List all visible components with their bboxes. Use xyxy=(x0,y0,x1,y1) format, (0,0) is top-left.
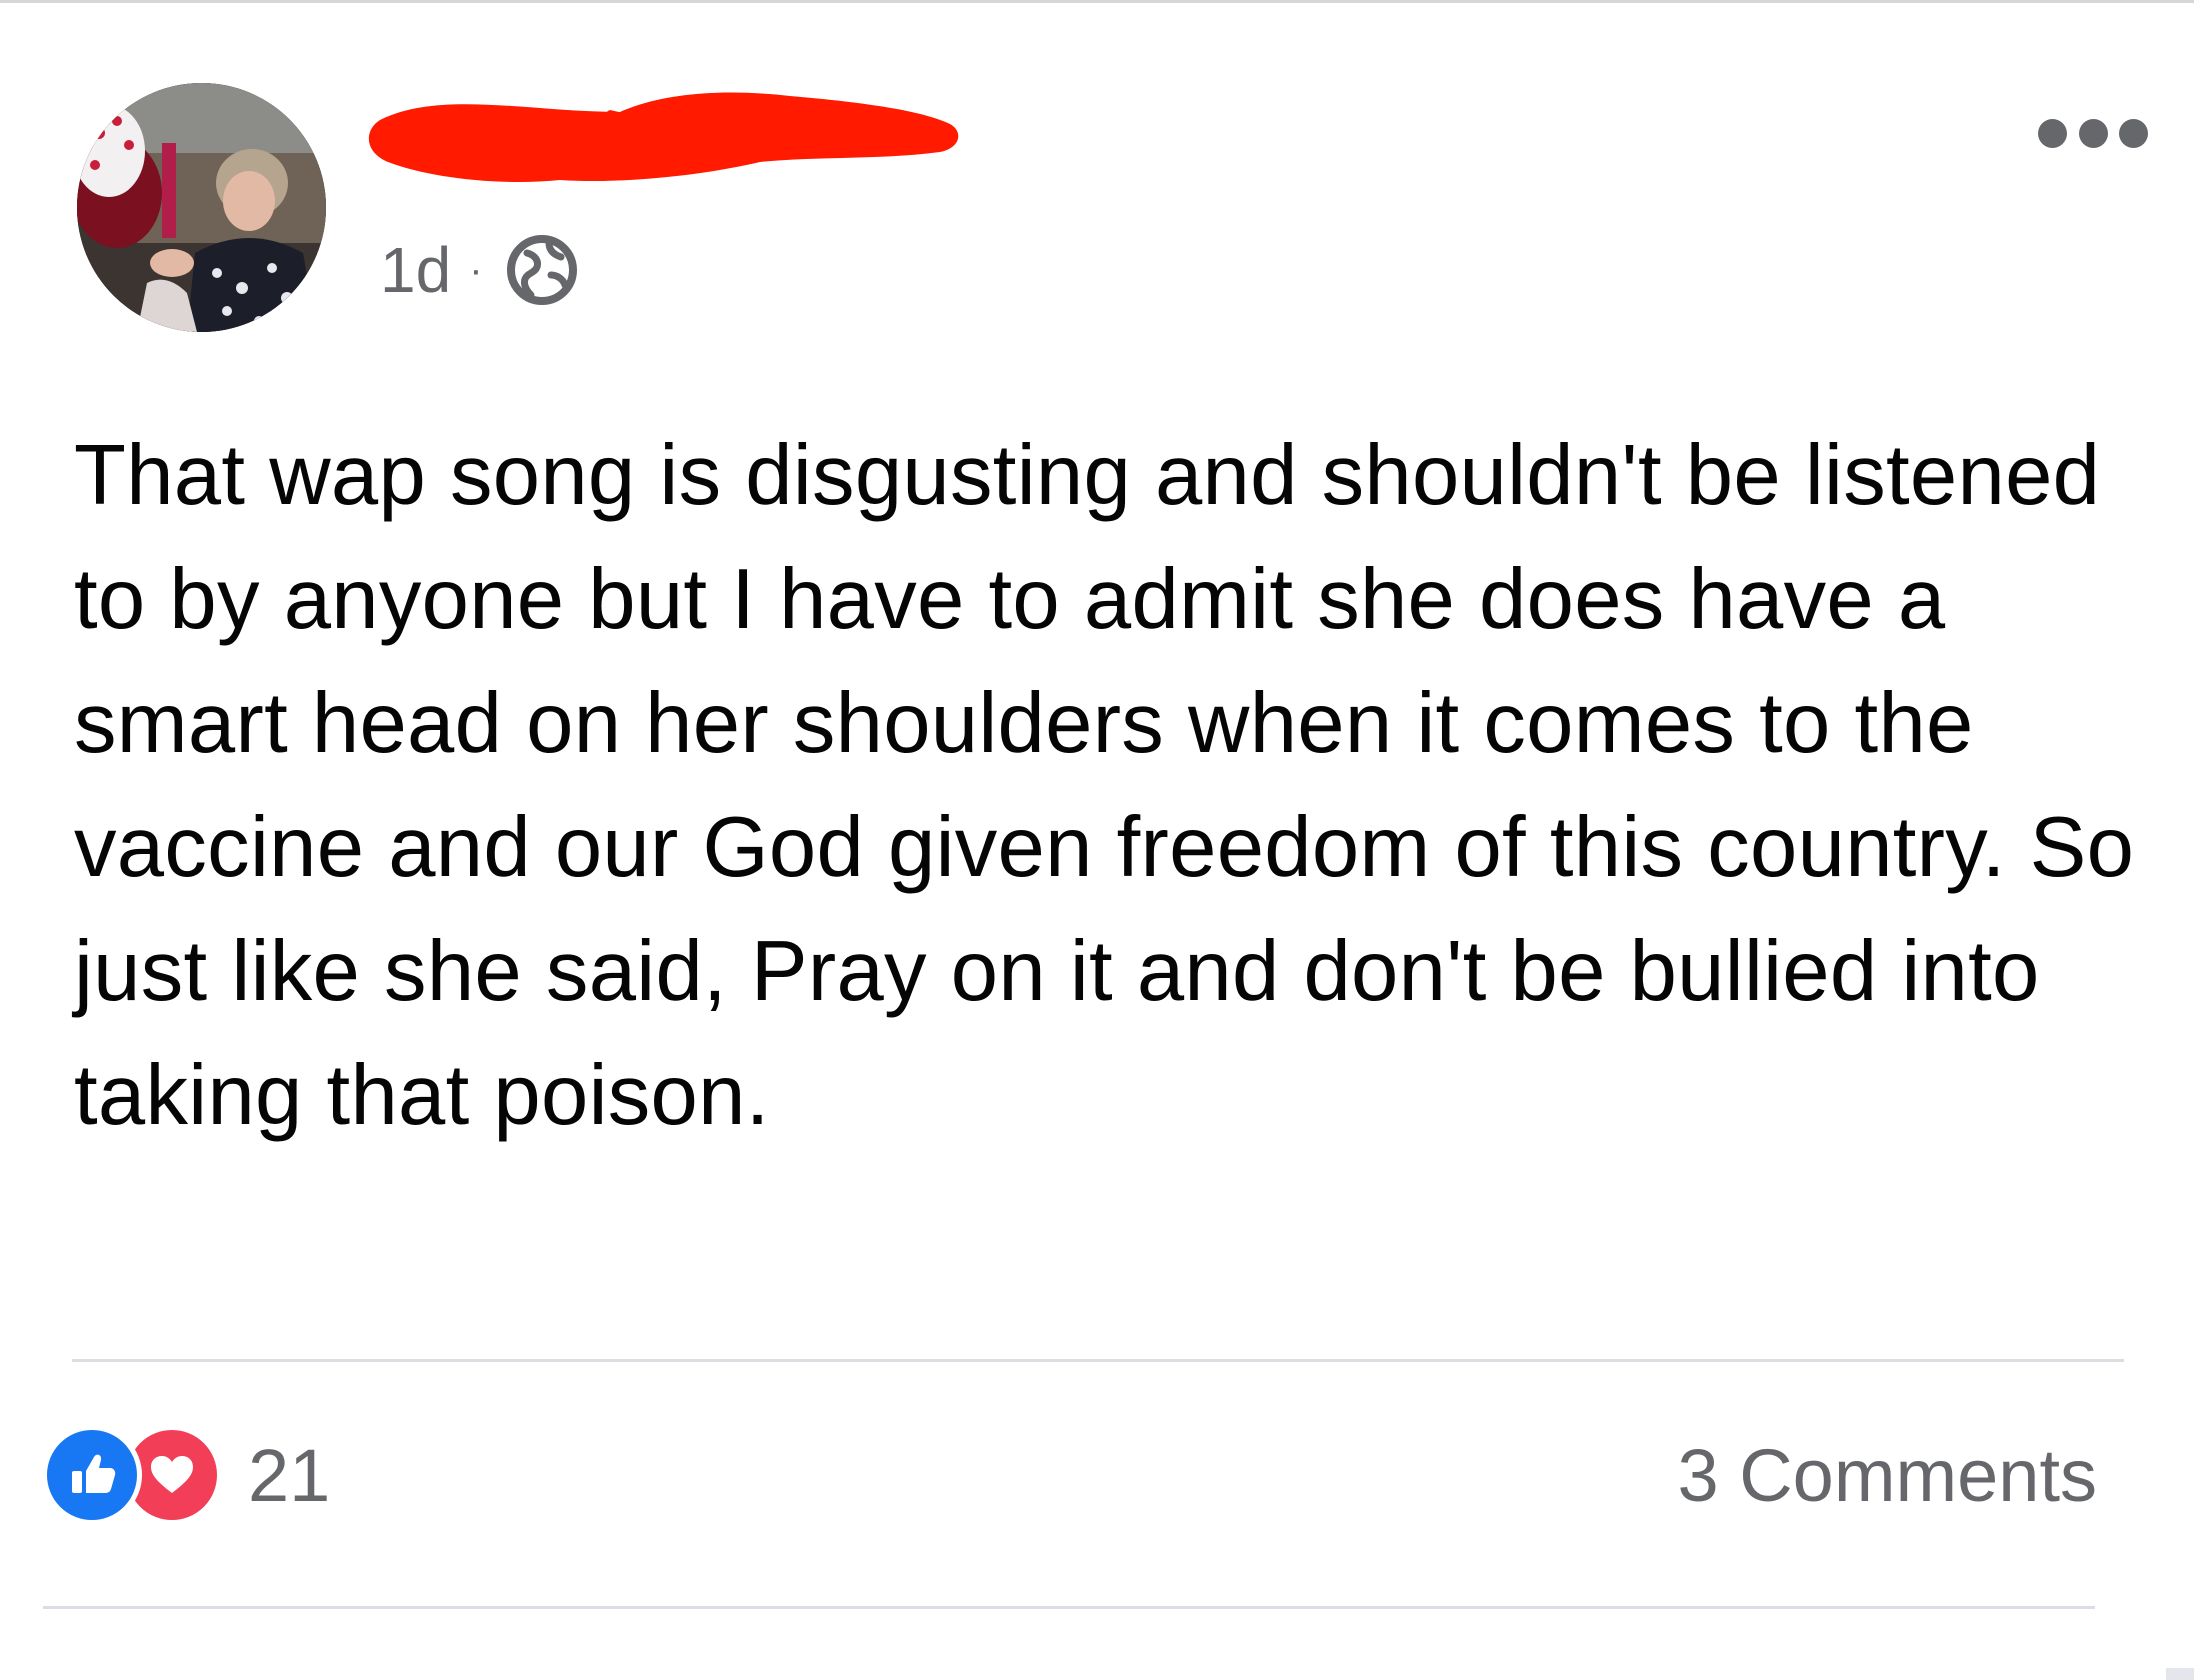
avatar-photo xyxy=(77,83,326,332)
more-horizontal-icon xyxy=(2038,118,2067,148)
more-horizontal-icon xyxy=(2119,118,2148,148)
divider xyxy=(43,1606,2095,1609)
scrollbar-thumb[interactable] xyxy=(2166,1668,2194,1680)
post-meta: 1d · xyxy=(380,230,579,310)
post-card: 1d · That wap song is disgusting and sho… xyxy=(0,0,2194,1680)
meta-separator: · xyxy=(469,248,483,292)
comments-count-link[interactable]: 3 Comments xyxy=(1678,1425,2097,1525)
redacted-name-scribble xyxy=(368,92,959,182)
post-timestamp[interactable]: 1d xyxy=(380,233,451,307)
reactions-summary[interactable]: 21 xyxy=(42,1425,330,1525)
post-text: That wap song is disgusting and shouldn'… xyxy=(74,428,2135,1143)
more-options-button[interactable] xyxy=(2038,118,2148,148)
profile-avatar[interactable] xyxy=(77,83,326,332)
reaction-count: 21 xyxy=(248,1433,331,1517)
more-horizontal-icon xyxy=(2078,118,2108,148)
divider xyxy=(72,1359,2124,1362)
like-icon xyxy=(42,1425,142,1525)
globe-icon[interactable] xyxy=(505,233,579,307)
